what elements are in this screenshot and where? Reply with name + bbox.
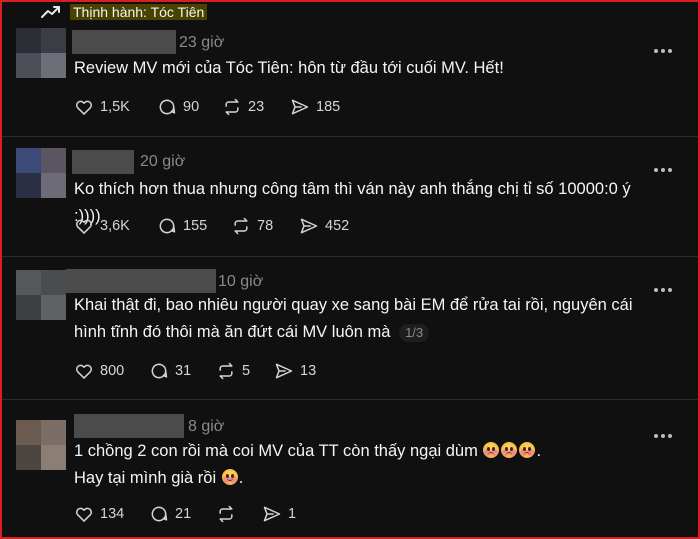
- reply-count: 21: [175, 506, 192, 522]
- avatar[interactable]: [16, 148, 66, 198]
- trending-header: Thịnh hành: Tóc Tiên: [2, 2, 698, 24]
- repost-button[interactable]: 23: [222, 96, 264, 118]
- pleading-face-emoji: [501, 442, 518, 458]
- repost-button[interactable]: [216, 503, 242, 525]
- share-button[interactable]: 13: [274, 360, 316, 382]
- like-button[interactable]: 134: [74, 503, 124, 525]
- comment-icon: [151, 363, 168, 379]
- post-text-punct: .: [536, 442, 542, 460]
- like-button[interactable]: 3,6K: [74, 215, 130, 237]
- share-icon: [275, 363, 293, 379]
- repost-count: 5: [242, 363, 251, 379]
- share-button[interactable]: 185: [290, 96, 340, 118]
- reply-button[interactable]: 31: [149, 360, 191, 382]
- share-icon: [300, 218, 318, 234]
- repost-icon: [219, 505, 233, 523]
- share-button[interactable]: 452: [299, 215, 349, 237]
- share-icon: [291, 99, 309, 115]
- reply-count: 155: [183, 218, 208, 234]
- username-redacted[interactable]: [72, 30, 176, 54]
- heart-icon: [75, 507, 93, 522]
- share-button[interactable]: 1: [262, 503, 296, 525]
- like-count: 1,5K: [100, 99, 130, 115]
- smiling-face-emoji: [221, 469, 238, 485]
- more-icon[interactable]: [654, 40, 676, 53]
- post-text-content: 1 chồng 2 con rồi mà coi MV của TT còn t…: [74, 442, 478, 460]
- heart-icon: [75, 364, 93, 379]
- post: 8 giờ 1 chồng 2 con rồi mà coi MV của TT…: [2, 400, 698, 537]
- avatar[interactable]: [16, 28, 66, 78]
- share-count: 452: [325, 218, 350, 234]
- post: 10 giờ Khai thật đi, bao nhiêu người qua…: [2, 257, 698, 400]
- more-icon[interactable]: [654, 159, 676, 172]
- page-indicator: 1/3: [399, 324, 430, 342]
- heart-icon: [75, 100, 93, 115]
- post-text-content: Khai thật đi, bao nhiêu người quay xe sa…: [74, 296, 633, 341]
- more-icon[interactable]: [654, 425, 676, 438]
- post: 20 giờ Ko thích hơn thua nhưng công tâm …: [2, 137, 698, 257]
- repost-icon: [219, 362, 233, 380]
- like-count: 3,6K: [100, 218, 130, 234]
- trending-up-icon: [41, 6, 60, 18]
- repost-button[interactable]: 5: [216, 360, 250, 382]
- post-text-content: Hay tại mình già rồi: [74, 469, 217, 487]
- comment-icon: [159, 99, 176, 115]
- pleading-face-emoji: [519, 442, 536, 458]
- share-icon: [263, 506, 281, 522]
- post-text-line: Hay tại mình già rồi .: [74, 465, 658, 492]
- trending-topic-label[interactable]: Thịnh hành: Tóc Tiên: [70, 4, 208, 20]
- repost-count: 23: [248, 99, 265, 115]
- comment-icon: [151, 506, 168, 522]
- like-button[interactable]: 800: [74, 360, 124, 382]
- post-time: 10 giờ: [218, 273, 264, 290]
- comment-icon: [159, 218, 176, 234]
- post-text: 1 chồng 2 con rồi mà coi MV của TT còn t…: [74, 438, 658, 492]
- pleading-face-emoji: [483, 442, 500, 458]
- like-count: 134: [100, 506, 125, 522]
- heart-icon: [75, 219, 93, 234]
- post-text: Review MV mới của Tóc Tiên: hôn từ đầu t…: [74, 59, 504, 77]
- reply-button[interactable]: 21: [149, 503, 191, 525]
- post-time: 20 giờ: [140, 153, 186, 170]
- avatar[interactable]: [16, 420, 66, 470]
- post: 23 giờ Review MV mới của Tóc Tiên: hôn t…: [2, 24, 698, 137]
- reply-count: 90: [183, 99, 200, 115]
- post-text-line: 1 chồng 2 con rồi mà coi MV của TT còn t…: [74, 438, 658, 465]
- share-count: 1: [288, 506, 297, 522]
- username-redacted[interactable]: [66, 269, 216, 293]
- share-count: 185: [316, 99, 341, 115]
- repost-count: 78: [257, 218, 274, 234]
- reply-button[interactable]: 90: [157, 96, 199, 118]
- like-button[interactable]: 1,5K: [74, 96, 130, 118]
- like-count: 800: [100, 363, 125, 379]
- avatar[interactable]: [16, 270, 66, 320]
- repost-icon: [234, 217, 248, 235]
- more-icon[interactable]: [654, 279, 676, 292]
- threads-feed: Thịnh hành: Tóc Tiên 23 giờ Review MV mớ…: [0, 0, 700, 539]
- share-count: 13: [300, 363, 317, 379]
- username-redacted[interactable]: [74, 414, 184, 438]
- reply-button[interactable]: 155: [157, 215, 207, 237]
- post-text: Khai thật đi, bao nhiêu người quay xe sa…: [74, 292, 638, 346]
- repost-button[interactable]: 78: [231, 215, 273, 237]
- post-time: 8 giờ: [188, 418, 225, 435]
- post-time: 23 giờ: [179, 34, 225, 51]
- username-redacted[interactable]: [72, 150, 134, 174]
- repost-icon: [225, 98, 239, 116]
- reply-count: 31: [175, 363, 192, 379]
- post-text-punct: .: [238, 469, 244, 487]
